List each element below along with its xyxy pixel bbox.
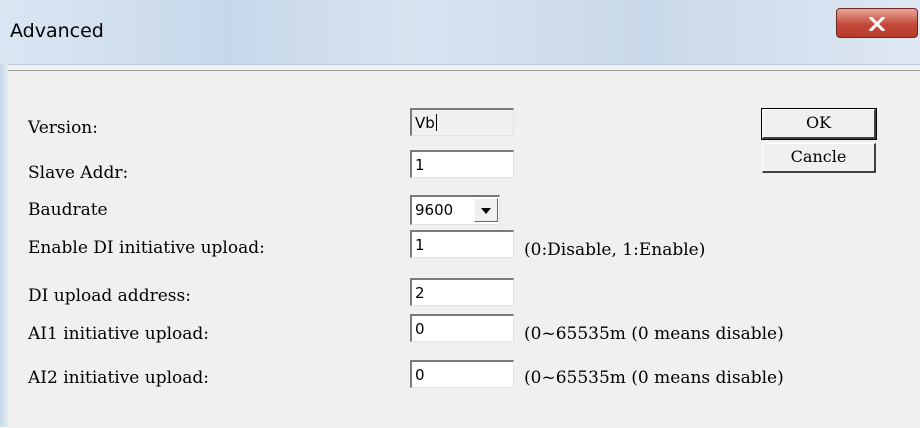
close-button[interactable] [836, 8, 918, 38]
baudrate-label: Baudrate [28, 200, 108, 220]
di-address-field[interactable]: 2 [410, 278, 514, 306]
cancel-button[interactable]: Cancle [762, 143, 876, 173]
baudrate-select[interactable]: 9600 [410, 195, 500, 225]
ai1-hint: (0~65535m (0 means disable) [524, 324, 784, 344]
ai2-hint: (0~65535m (0 means disable) [524, 368, 784, 388]
close-icon [869, 17, 885, 31]
enable-di-label: Enable DI initiative upload: [28, 238, 265, 258]
ai1-field[interactable]: 0 [410, 314, 514, 342]
title-bar[interactable]: Advanced [0, 0, 920, 65]
ok-button[interactable]: OK [761, 108, 877, 140]
enable-di-field[interactable]: 1 [410, 230, 514, 258]
version-value: Vb [415, 114, 435, 132]
baudrate-value: 9600 [415, 201, 454, 219]
chevron-down-icon[interactable] [474, 198, 498, 222]
slave-addr-field[interactable]: 1 [410, 150, 514, 178]
ai1-label: AI1 initiative upload: [28, 324, 210, 344]
ai2-field[interactable]: 0 [410, 360, 514, 388]
enable-di-hint: (0:Disable, 1:Enable) [524, 240, 706, 260]
text-caret [435, 114, 437, 131]
window-title: Advanced [10, 20, 104, 42]
window-frame-left [0, 64, 8, 427]
slave-addr-label: Slave Addr: [28, 163, 129, 183]
di-address-label: DI upload address: [28, 286, 191, 306]
version-label: Version: [28, 118, 98, 138]
version-field[interactable]: Vb [410, 108, 514, 136]
advanced-dialog: Advanced Version: Vb Slave Addr: 1 Baudr… [0, 0, 920, 428]
ai2-label: AI2 initiative upload: [28, 368, 210, 388]
